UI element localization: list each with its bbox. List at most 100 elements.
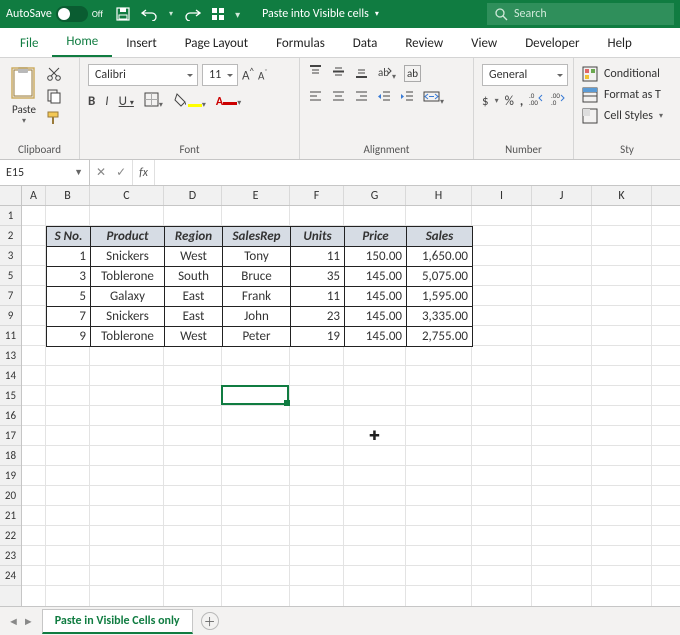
add-sheet-button[interactable]: ＋ bbox=[201, 612, 219, 630]
table-cell[interactable]: 3 bbox=[47, 267, 91, 287]
grid-area[interactable]: S No.ProductRegionSalesRepUnitsPriceSale… bbox=[22, 206, 680, 606]
conditional-formatting-button[interactable]: Conditional bbox=[582, 64, 660, 84]
column-header-G[interactable]: G bbox=[344, 186, 406, 205]
table-cell[interactable]: 3,335.00 bbox=[407, 307, 473, 327]
table-cell[interactable]: 2,755.00 bbox=[407, 327, 473, 347]
format-as-table-button[interactable]: Format as T bbox=[582, 85, 661, 105]
table-cell[interactable]: John bbox=[223, 307, 291, 327]
increase-decimal-icon[interactable]: .0.00 bbox=[529, 92, 545, 110]
column-header-F[interactable]: F bbox=[290, 186, 344, 205]
table-cell[interactable]: South bbox=[165, 267, 223, 287]
table-cell[interactable]: 1,650.00 bbox=[407, 247, 473, 267]
table-cell[interactable]: West bbox=[165, 327, 223, 347]
row-header-5[interactable]: 5 bbox=[0, 266, 21, 286]
table-header[interactable]: SalesRep bbox=[223, 227, 291, 247]
decrease-decimal-icon[interactable]: .00.0 bbox=[551, 92, 567, 110]
decrease-indent-icon[interactable] bbox=[377, 89, 392, 108]
column-header-E[interactable]: E bbox=[222, 186, 290, 205]
sheet-nav-prev-icon[interactable]: ◄ bbox=[8, 615, 19, 628]
comma-icon[interactable]: , bbox=[520, 94, 523, 109]
row-header-7[interactable]: 7 bbox=[0, 286, 21, 306]
cell-styles-button[interactable]: Cell Styles▾ bbox=[582, 106, 663, 126]
table-cell[interactable]: 1,595.00 bbox=[407, 287, 473, 307]
column-header-D[interactable]: D bbox=[164, 186, 222, 205]
table-cell[interactable]: 23 bbox=[291, 307, 345, 327]
row-header-13[interactable]: 13 bbox=[0, 346, 21, 366]
tab-home[interactable]: Home bbox=[52, 28, 112, 57]
shrink-font-icon[interactable]: Aˇ bbox=[258, 68, 268, 83]
row-header-14[interactable]: 14 bbox=[0, 366, 21, 386]
fill-color-icon[interactable]: ▾ bbox=[173, 92, 206, 111]
align-top-icon[interactable] bbox=[308, 64, 323, 83]
row-header-20[interactable]: 20 bbox=[0, 486, 21, 506]
autosave-toggle[interactable]: AutoSave Off bbox=[6, 6, 103, 22]
row-header-15[interactable]: 15 bbox=[0, 386, 21, 406]
table-cell[interactable]: 1 bbox=[47, 247, 91, 267]
column-header-C[interactable]: C bbox=[90, 186, 164, 205]
align-right-icon[interactable] bbox=[354, 89, 369, 108]
table-cell[interactable]: West bbox=[165, 247, 223, 267]
tab-help[interactable]: Help bbox=[593, 30, 645, 57]
font-color-icon[interactable]: A▾ bbox=[216, 95, 241, 109]
tab-page-layout[interactable]: Page Layout bbox=[171, 30, 262, 57]
table-header[interactable]: Sales bbox=[407, 227, 473, 247]
format-painter-icon[interactable] bbox=[46, 110, 62, 130]
row-header-2[interactable]: 2 bbox=[0, 226, 21, 246]
table-cell[interactable]: 19 bbox=[291, 327, 345, 347]
bold-button[interactable]: B bbox=[88, 94, 95, 109]
worksheet[interactable]: ABCDEFGHIJK 1235791113141516171819202122… bbox=[0, 186, 680, 606]
row-header-3[interactable]: 3 bbox=[0, 246, 21, 266]
column-header-I[interactable]: I bbox=[472, 186, 532, 205]
table-cell[interactable]: 145.00 bbox=[345, 267, 407, 287]
row-header-21[interactable]: 21 bbox=[0, 506, 21, 526]
sheet-nav-next-icon[interactable]: ► bbox=[23, 615, 34, 628]
table-cell[interactable]: Snickers bbox=[91, 307, 165, 327]
name-box-dropdown-icon[interactable]: ▼ bbox=[74, 167, 83, 178]
undo-dropdown-icon[interactable]: ▾ bbox=[169, 9, 173, 19]
copy-icon[interactable] bbox=[46, 88, 62, 108]
row-header-17[interactable]: 17 bbox=[0, 426, 21, 446]
paste-button[interactable]: Paste ▾ bbox=[8, 64, 40, 128]
wrap-text-icon[interactable]: ab bbox=[404, 65, 421, 82]
column-header-A[interactable]: A bbox=[22, 186, 46, 205]
percent-icon[interactable]: % bbox=[505, 94, 514, 109]
column-headers[interactable]: ABCDEFGHIJK bbox=[22, 186, 680, 206]
borders-icon[interactable]: ▾ bbox=[144, 92, 163, 111]
table-header[interactable]: Units bbox=[291, 227, 345, 247]
table-cell[interactable]: Toblerone bbox=[91, 267, 165, 287]
grow-font-icon[interactable]: A^ bbox=[242, 66, 254, 83]
table-cell[interactable]: 11 bbox=[291, 247, 345, 267]
table-header[interactable]: Product bbox=[91, 227, 165, 247]
increase-indent-icon[interactable] bbox=[400, 89, 415, 108]
table-cell[interactable]: 145.00 bbox=[345, 307, 407, 327]
cancel-formula-icon[interactable]: ✕ bbox=[96, 165, 106, 180]
row-header-19[interactable]: 19 bbox=[0, 466, 21, 486]
row-header-22[interactable]: 22 bbox=[0, 526, 21, 546]
table-cell[interactable]: 145.00 bbox=[345, 287, 407, 307]
table-header[interactable]: Price bbox=[345, 227, 407, 247]
table-cell[interactable]: Tony bbox=[223, 247, 291, 267]
table-cell[interactable]: Peter bbox=[223, 327, 291, 347]
table-cell[interactable]: 9 bbox=[47, 327, 91, 347]
font-name-select[interactable]: Calibri bbox=[88, 64, 198, 86]
undo-icon[interactable] bbox=[141, 7, 159, 21]
orientation-icon[interactable]: ab▾ bbox=[377, 64, 396, 83]
column-header-B[interactable]: B bbox=[46, 186, 90, 205]
align-bottom-icon[interactable] bbox=[354, 64, 369, 83]
row-header-1[interactable]: 1 bbox=[0, 206, 21, 226]
column-header-J[interactable]: J bbox=[532, 186, 592, 205]
align-middle-icon[interactable] bbox=[331, 64, 346, 83]
merge-icon[interactable]: ▾ bbox=[423, 89, 444, 108]
save-icon[interactable] bbox=[115, 6, 131, 22]
currency-icon[interactable]: $ bbox=[482, 94, 489, 109]
row-header-23[interactable]: 23 bbox=[0, 546, 21, 566]
table-cell[interactable]: Bruce bbox=[223, 267, 291, 287]
table-cell[interactable]: East bbox=[165, 307, 223, 327]
table-cell[interactable]: Frank bbox=[223, 287, 291, 307]
column-header-H[interactable]: H bbox=[406, 186, 472, 205]
name-box[interactable]: E15 ▼ bbox=[0, 160, 90, 185]
title-dropdown-icon[interactable]: ▾ bbox=[375, 9, 379, 19]
row-header-24[interactable]: 24 bbox=[0, 566, 21, 586]
sheet-nav[interactable]: ◄► bbox=[8, 615, 34, 628]
row-header-18[interactable]: 18 bbox=[0, 446, 21, 466]
